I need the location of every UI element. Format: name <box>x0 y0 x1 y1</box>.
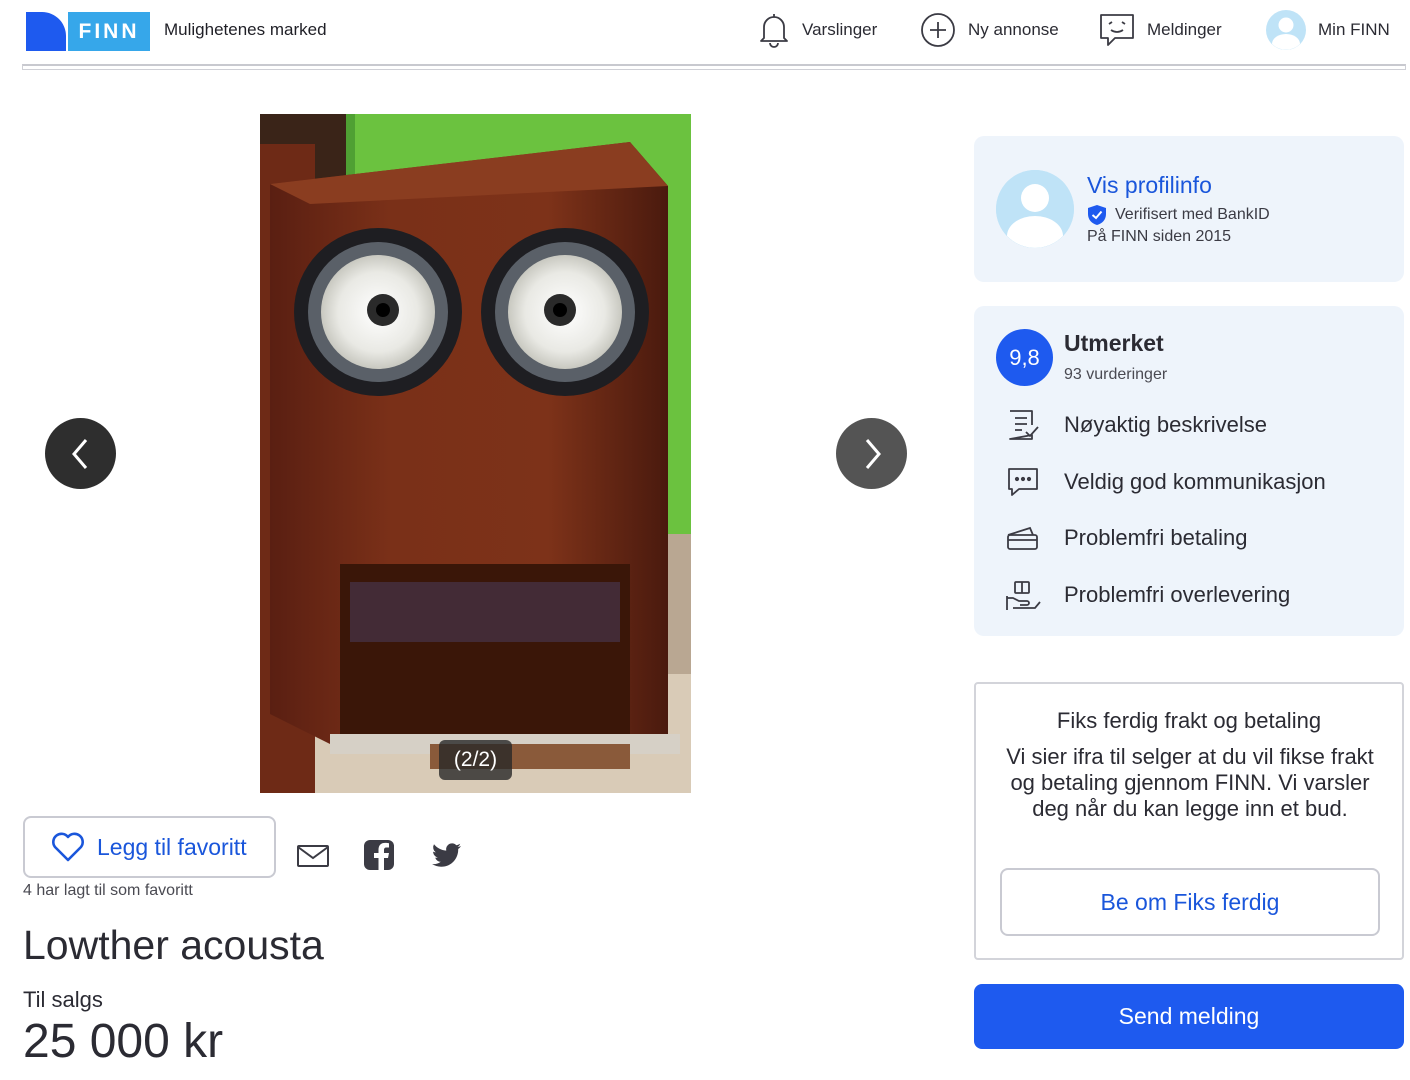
rating-item-communication-label: Veldig god kommunikasjon <box>1064 469 1326 494</box>
image-counter: (2/2) <box>439 740 512 780</box>
plus-circle-icon <box>921 13 955 47</box>
tagline: Mulighetenes marked <box>164 20 327 39</box>
rating-score-badge: 9,8 <box>996 329 1053 386</box>
chevron-left-icon <box>71 438 87 469</box>
checklist-icon <box>1009 410 1039 440</box>
add-favorite-label: Legg til favoritt <box>97 833 247 860</box>
seller-profile-card: Vis profilinfo Verifisert med BankID På … <box>974 136 1404 282</box>
prev-image-button[interactable] <box>45 418 116 489</box>
rating-item-communication: Veldig god kommunikasjon <box>1004 465 1326 499</box>
nav-notifications[interactable]: Varslinger <box>758 10 877 50</box>
twitter-icon[interactable] <box>430 838 464 872</box>
chevron-right-icon <box>865 438 881 469</box>
mail-icon[interactable] <box>296 838 330 872</box>
member-since: På FINN siden 2015 <box>1087 228 1232 245</box>
favorite-count: 4 har lagt til som favoritt <box>23 882 193 899</box>
top-header: FINN Mulighetenes marked Varslinger Ny a… <box>0 0 1410 62</box>
shield-check-icon <box>1088 205 1106 225</box>
fiks-ferdig-card: Fiks ferdig frakt og betaling Vi sier if… <box>974 682 1404 960</box>
logo-shape <box>26 12 66 51</box>
chat-icon <box>1008 468 1038 496</box>
nav-new-ad-label: Ny annonse <box>968 20 1059 39</box>
bankid-verified-label: Verifisert med BankID <box>1115 206 1270 223</box>
bankid-verified: Verifisert med BankID <box>1087 204 1270 226</box>
nav-new-ad[interactable]: Ny annonse <box>920 10 1059 50</box>
speaker-photo <box>260 114 691 793</box>
rating-item-payment-label: Problemfri betaling <box>1064 525 1248 550</box>
seller-rating-card: 9,8 Utmerket 93 vurderinger Nøyaktig bes… <box>974 306 1404 636</box>
ad-title: Lowther acousta <box>23 922 324 968</box>
next-image-button[interactable] <box>836 418 907 489</box>
heart-icon <box>52 832 84 862</box>
ad-price: 25 000 kr <box>23 1015 224 1068</box>
message-icon <box>1100 14 1134 46</box>
rating-item-payment: Problemfri betaling <box>1004 521 1247 555</box>
nav-messages-label: Meldinger <box>1147 20 1222 39</box>
facebook-icon[interactable] <box>362 838 396 872</box>
nav-notifications-label: Varslinger <box>802 20 878 39</box>
header-divider <box>22 64 1406 70</box>
finn-logo[interactable]: FINN <box>26 12 150 51</box>
bell-icon <box>760 14 788 48</box>
rating-label: Utmerket <box>1064 330 1164 356</box>
listing-image[interactable] <box>260 114 691 793</box>
seller-avatar <box>996 170 1074 248</box>
nav-my-finn-label: Min FINN <box>1318 20 1390 39</box>
nav-messages[interactable]: Meldinger <box>1099 10 1222 50</box>
rating-item-description: Nøyaktig beskrivelse <box>1004 408 1267 442</box>
package-hand-icon <box>1006 581 1041 610</box>
add-favorite-button[interactable]: Legg til favoritt <box>23 816 276 878</box>
card-icon <box>1007 526 1038 550</box>
user-avatar-icon <box>996 170 1074 248</box>
view-profile-link[interactable]: Vis profilinfo <box>1087 172 1212 199</box>
send-message-button[interactable]: Send melding <box>974 984 1404 1049</box>
rating-item-description-label: Nøyaktig beskrivelse <box>1064 412 1267 437</box>
rating-count: 93 vurderinger <box>1064 366 1168 383</box>
fiks-description: Vi sier ifra til selger at du vil fikse … <box>1006 744 1374 821</box>
fiks-title: Fiks ferdig frakt og betaling <box>1056 708 1322 733</box>
ad-status: Til salgs <box>23 987 103 1012</box>
nav-my-finn[interactable]: Min FINN <box>1266 10 1390 50</box>
user-avatar-icon <box>1266 10 1306 50</box>
logo-text: FINN <box>68 12 150 51</box>
request-fiks-ferdig-button[interactable]: Be om Fiks ferdig <box>1000 868 1380 936</box>
rating-item-handover-label: Problemfri overlevering <box>1064 582 1291 607</box>
rating-item-handover: Problemfri overlevering <box>1004 578 1290 612</box>
